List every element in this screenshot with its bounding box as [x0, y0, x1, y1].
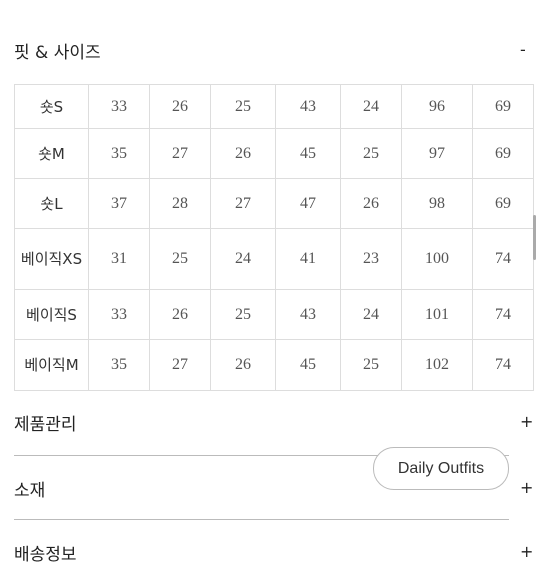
- table-cell: 33: [88, 289, 150, 340]
- table-cell: 43: [275, 84, 341, 129]
- table-cell: 74: [472, 228, 534, 290]
- table-cell: 97: [401, 128, 473, 179]
- section-material[interactable]: 소재: [14, 476, 45, 501]
- table-cell: 69: [472, 178, 534, 229]
- table-cell: 24: [210, 228, 276, 290]
- table-cell: 25: [210, 84, 276, 129]
- table-cell: 28: [149, 178, 211, 229]
- table-cell: 27: [149, 128, 211, 179]
- expand-toggle[interactable]: +: [520, 542, 533, 561]
- scrollbar[interactable]: [533, 215, 536, 260]
- size-label: 베이직S: [14, 289, 89, 340]
- table-cell: 98: [401, 178, 473, 229]
- table-cell: 69: [472, 128, 534, 179]
- table-cell: 25: [340, 128, 402, 179]
- table-cell: 43: [275, 289, 341, 340]
- table-cell: 26: [210, 339, 276, 391]
- table-cell: 101: [401, 289, 473, 340]
- fit-size-title[interactable]: 핏 & 사이즈: [14, 38, 101, 63]
- table-cell: 27: [149, 339, 211, 391]
- table-cell: 26: [149, 84, 211, 129]
- table-cell: 24: [340, 289, 402, 340]
- size-label: 숏M: [14, 128, 89, 179]
- table-cell: 47: [275, 178, 341, 229]
- table-cell: 100: [401, 228, 473, 290]
- table-cell: 25: [210, 289, 276, 340]
- size-table: 숏S 33 26 25 43 24 96 69 숏M 35 27 26 45 25 97 69 숏L 37 28 27…: [14, 84, 534, 391]
- table-row: 숏L 37 28 27 47 26 98 69: [14, 178, 534, 229]
- table-cell: 25: [340, 339, 402, 391]
- divider: [14, 519, 509, 520]
- table-cell: 27: [210, 178, 276, 229]
- table-cell: 26: [210, 128, 276, 179]
- size-label: 베이직XS: [14, 228, 89, 290]
- table-cell: 33: [88, 84, 150, 129]
- table-cell: 24: [340, 84, 402, 129]
- size-label: 베이직M: [14, 339, 89, 391]
- table-cell: 45: [275, 339, 341, 391]
- section-shipping[interactable]: 배송정보: [14, 540, 77, 565]
- table-cell: 35: [88, 339, 150, 391]
- table-cell: 35: [88, 128, 150, 179]
- daily-outfits-button[interactable]: Daily Outfits: [373, 447, 509, 490]
- collapse-toggle[interactable]: -: [520, 40, 526, 59]
- table-cell: 74: [472, 339, 534, 391]
- size-label: 숏S: [14, 84, 89, 129]
- table-cell: 74: [472, 289, 534, 340]
- table-cell: 69: [472, 84, 534, 129]
- table-cell: 23: [340, 228, 402, 290]
- expand-toggle[interactable]: +: [520, 412, 533, 431]
- table-row: 베이직M 35 27 26 45 25 102 74: [14, 339, 534, 391]
- table-row: 숏M 35 27 26 45 25 97 69: [14, 128, 534, 179]
- table-cell: 37: [88, 178, 150, 229]
- table-cell: 26: [340, 178, 402, 229]
- table-cell: 31: [88, 228, 150, 290]
- section-care[interactable]: 제품관리: [14, 410, 77, 435]
- table-cell: 102: [401, 339, 473, 391]
- table-cell: 26: [149, 289, 211, 340]
- table-cell: 45: [275, 128, 341, 179]
- table-row: 숏S 33 26 25 43 24 96 69: [14, 84, 534, 129]
- table-cell: 41: [275, 228, 341, 290]
- expand-toggle[interactable]: +: [520, 478, 533, 497]
- table-cell: 96: [401, 84, 473, 129]
- size-label: 숏L: [14, 178, 89, 229]
- table-row: 베이직XS 31 25 24 41 23 100 74: [14, 228, 534, 290]
- table-row: 베이직S 33 26 25 43 24 101 74: [14, 289, 534, 340]
- table-cell: 25: [149, 228, 211, 290]
